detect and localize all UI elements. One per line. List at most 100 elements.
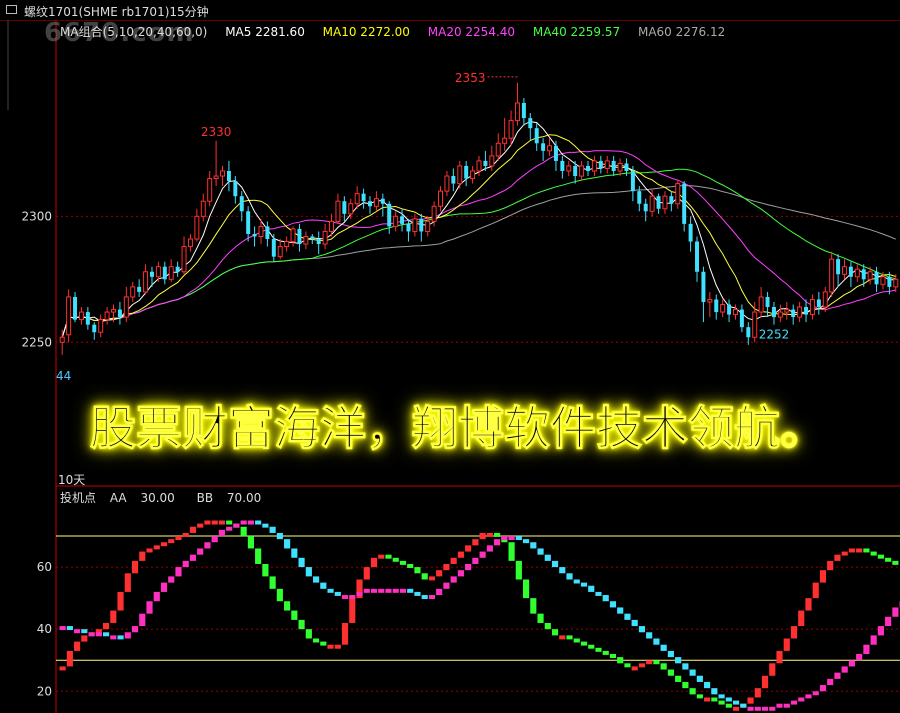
- candle-body: [130, 286, 136, 298]
- ind-bb-segment: [66, 626, 73, 631]
- candle-body: [483, 160, 488, 166]
- candle-body: [842, 266, 847, 275]
- ind-aa-segment: [711, 697, 718, 702]
- candle-body: [528, 118, 533, 129]
- candle-body: [181, 246, 187, 273]
- candle-body: [368, 201, 372, 207]
- candle-body: [617, 162, 623, 172]
- candle-body: [316, 239, 321, 245]
- candle-body: [797, 306, 803, 318]
- candle-body: [284, 241, 290, 248]
- candle-body: [380, 198, 385, 204]
- ind-bb-segment: [704, 681, 711, 689]
- ind-aa-segment: [573, 638, 580, 643]
- candle-body: [682, 183, 687, 224]
- ind-aa-segment: [732, 706, 740, 711]
- candle-body: [476, 160, 482, 172]
- ind-bb-segment: [580, 582, 588, 587]
- ind-aa-segment: [182, 532, 189, 537]
- ind-aa-segment: [240, 526, 247, 537]
- candle-body: [707, 298, 713, 303]
- ind-aa-segment: [892, 560, 899, 565]
- candle-body: [233, 181, 238, 197]
- candle-body: [419, 218, 424, 232]
- ind-bb-segment: [262, 523, 269, 528]
- ind-aa-segment: [399, 560, 407, 565]
- candle-body: [893, 278, 899, 288]
- candle-body: [495, 142, 501, 157]
- ind-aa-segment: [74, 641, 81, 651]
- candle-body: [200, 200, 206, 217]
- ind-aa-segment: [312, 638, 320, 643]
- ind-aa-segment: [320, 641, 327, 646]
- ind-aa-segment: [457, 551, 464, 558]
- ind-aa-segment: [363, 567, 370, 580]
- ind-bb-segment: [885, 616, 892, 627]
- ind-aa-segment: [682, 681, 689, 689]
- ind-aa-segment: [443, 563, 450, 571]
- ind-bb-segment: [399, 588, 407, 593]
- candle-body: [329, 220, 335, 232]
- ind-bb-segment: [631, 619, 638, 627]
- candle-body: [662, 195, 668, 210]
- annotation-high-label: 2353: [455, 71, 486, 85]
- ind-bb-segment: [102, 632, 110, 637]
- ind-bb-segment: [711, 688, 718, 695]
- ind-bb-segment: [233, 523, 240, 528]
- window-icon[interactable]: [6, 5, 17, 14]
- ind-bb-segment: [197, 548, 204, 555]
- candle-body: [714, 299, 719, 313]
- ind-aa-segment: [486, 532, 493, 537]
- ind-aa-segment: [298, 619, 305, 630]
- ind-bb-segment: [414, 591, 421, 596]
- ind-aa-segment: [276, 588, 283, 602]
- days-label: 10天: [58, 473, 86, 487]
- ma-group-label[interactable]: MA组合(5,10,20,40,60,0): [60, 25, 207, 39]
- ind-bb-segment: [863, 644, 870, 655]
- ind-aa-segment: [479, 532, 486, 540]
- ind-bb-segment: [378, 588, 385, 593]
- ind-bb-segment: [189, 554, 197, 561]
- ind-bb-segment: [798, 697, 805, 702]
- ma5-label: MA5 2281.60: [225, 25, 305, 39]
- ind-aa-segment: [704, 697, 711, 702]
- ind-aa-segment: [255, 548, 262, 564]
- ind-aa-segment: [139, 551, 146, 561]
- ind-aa-segment: [392, 557, 399, 562]
- ind-y-tick-label: 40: [37, 622, 52, 636]
- title-bar: 螺纹1701(SHME rb1701)15分钟: [0, 0, 900, 20]
- candle-body: [822, 291, 828, 308]
- candle-body: [213, 175, 219, 180]
- ind-aa-segment: [218, 520, 226, 525]
- ind-bb-segment: [465, 563, 472, 571]
- slogan-banner: 股票财富海洋，翔博软件技术领航。: [90, 401, 827, 456]
- ind-bb-segment: [276, 532, 283, 540]
- ind-bb-segment: [298, 557, 305, 568]
- ind-aa-segment: [385, 554, 392, 559]
- candle-body: [258, 225, 264, 237]
- ind-aa-segment: [747, 697, 754, 704]
- ind-aa-segment: [696, 694, 703, 699]
- ind-aa-segment: [588, 644, 595, 649]
- candle-body: [695, 241, 700, 272]
- ind-aa-segment: [522, 579, 530, 599]
- indicator-name[interactable]: 投机点: [60, 491, 96, 505]
- ind-aa-segment: [515, 560, 522, 580]
- candle-body: [207, 178, 213, 202]
- candle-body: [373, 198, 379, 207]
- ind-bb-segment: [327, 588, 334, 593]
- candle-body: [297, 228, 302, 245]
- candle-body: [59, 336, 65, 343]
- ind-aa-segment: [421, 573, 428, 580]
- ind-bb-segment: [617, 607, 624, 614]
- ind-bb-segment: [522, 539, 530, 544]
- ind-aa-segment: [848, 548, 856, 553]
- ind-bb-segment: [537, 548, 544, 555]
- ind-bb-segment: [95, 632, 102, 637]
- candle-body: [310, 236, 315, 240]
- candle-body: [277, 246, 283, 258]
- candle-body: [848, 266, 853, 277]
- bb-label: BB: [196, 491, 214, 505]
- candle-body: [816, 299, 821, 308]
- ind-aa-segment: [537, 613, 544, 623]
